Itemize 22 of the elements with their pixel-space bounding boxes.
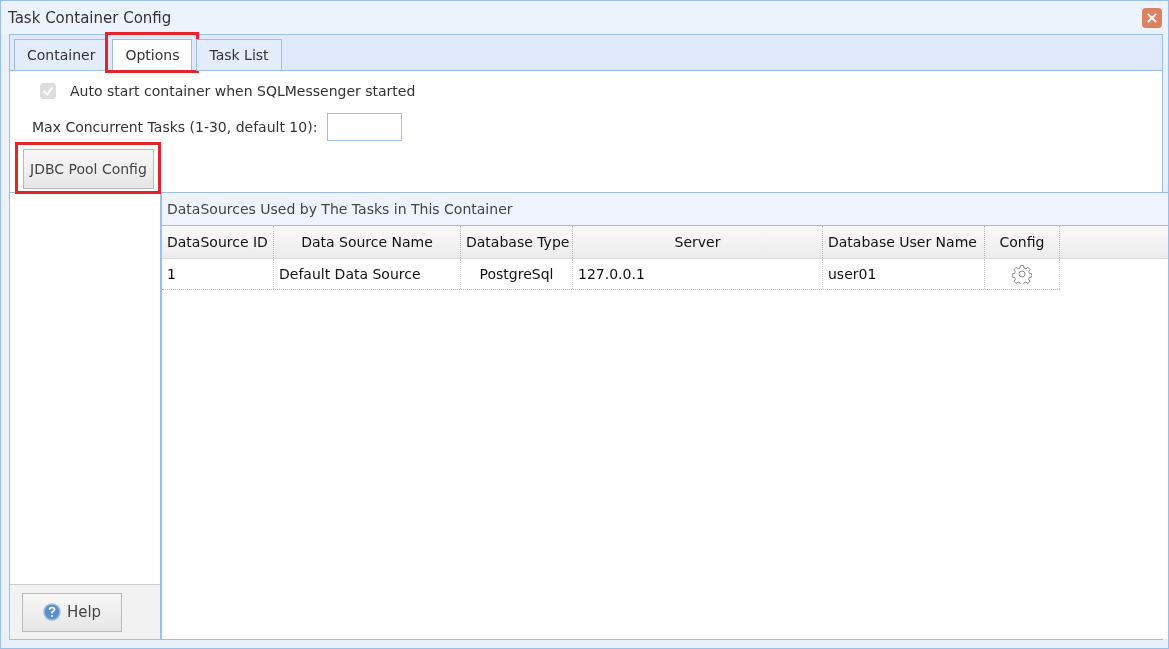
input-field[interactable] <box>327 113 403 141</box>
column-header[interactable]: DataSource ID <box>162 226 274 258</box>
table-cell: Default Data Source <box>274 259 461 289</box>
column-header[interactable]: Database User Name <box>823 226 985 258</box>
column-header[interactable]: Server <box>573 226 823 258</box>
help-icon <box>42 603 61 621</box>
column-header[interactable]: Config <box>985 226 1060 258</box>
section-title: DataSources Used by The Tasks in This Container <box>167 201 513 217</box>
table-cell: 1 <box>162 259 274 289</box>
tab[interactable]: Options <box>112 39 193 71</box>
column-header[interactable]: Database Type <box>461 226 573 258</box>
checkbox-label: Auto start container when SQLMessenger started <box>70 83 416 99</box>
field-label: Max Concurrent Tasks (1-30, default 10): <box>32 119 318 135</box>
table-cell: user01 <box>823 259 985 289</box>
window-title: Task Container Config <box>8 8 172 27</box>
settings-icon[interactable] <box>1012 264 1032 284</box>
jdbc-pool-config-button[interactable]: JDBC Pool Config <box>23 149 154 189</box>
table-cell: 127.0.0.1 <box>573 259 823 289</box>
column-header[interactable]: Data Source Name <box>274 226 461 258</box>
help-button[interactable]: Help <box>22 592 122 632</box>
table-cell: PostgreSql <box>461 259 573 289</box>
tab[interactable]: Task List <box>196 39 282 71</box>
